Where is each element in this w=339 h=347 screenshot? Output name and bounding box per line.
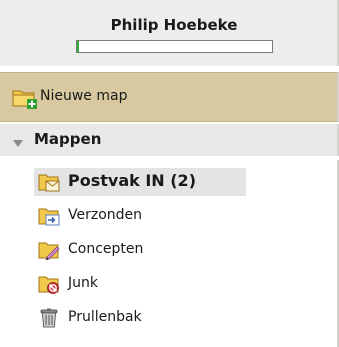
folder-item-drafts[interactable]: Concepten xyxy=(34,236,194,264)
inbox-folder-icon xyxy=(38,172,60,192)
new-folder-button[interactable]: Nieuwe map xyxy=(0,72,339,122)
folder-label: Postvak IN (2) xyxy=(68,171,196,190)
user-name: Philip Hoebeke xyxy=(110,16,238,34)
new-folder-icon xyxy=(12,87,38,109)
quota-bar xyxy=(76,40,273,53)
folder-list: Postvak IN (2) Verzonden Concepten Junk … xyxy=(0,160,339,347)
quota-fill xyxy=(77,41,79,52)
folder-item-junk[interactable]: Junk xyxy=(34,270,194,298)
folder-item-sent[interactable]: Verzonden xyxy=(34,202,194,230)
sent-folder-icon xyxy=(38,206,60,226)
collapse-triangle-icon[interactable] xyxy=(12,134,24,147)
folder-label: Verzonden xyxy=(68,207,143,223)
folder-label: Junk xyxy=(68,275,98,291)
drafts-folder-icon xyxy=(38,240,60,261)
folder-label: Concepten xyxy=(68,241,144,257)
trash-icon xyxy=(38,308,60,328)
new-folder-label: Nieuwe map xyxy=(40,88,128,104)
folders-section-label: Mappen xyxy=(34,130,102,148)
account-header: Philip Hoebeke xyxy=(0,0,339,66)
folder-item-inbox[interactable]: Postvak IN (2) xyxy=(34,168,246,196)
folder-panel: Philip Hoebeke Nieuwe map Mappen Postvak… xyxy=(0,0,339,347)
folder-label: Prullenbak xyxy=(68,309,142,325)
junk-folder-icon xyxy=(38,274,60,294)
folder-item-trash[interactable]: Prullenbak xyxy=(34,304,194,332)
folders-section-header[interactable]: Mappen xyxy=(0,124,339,156)
